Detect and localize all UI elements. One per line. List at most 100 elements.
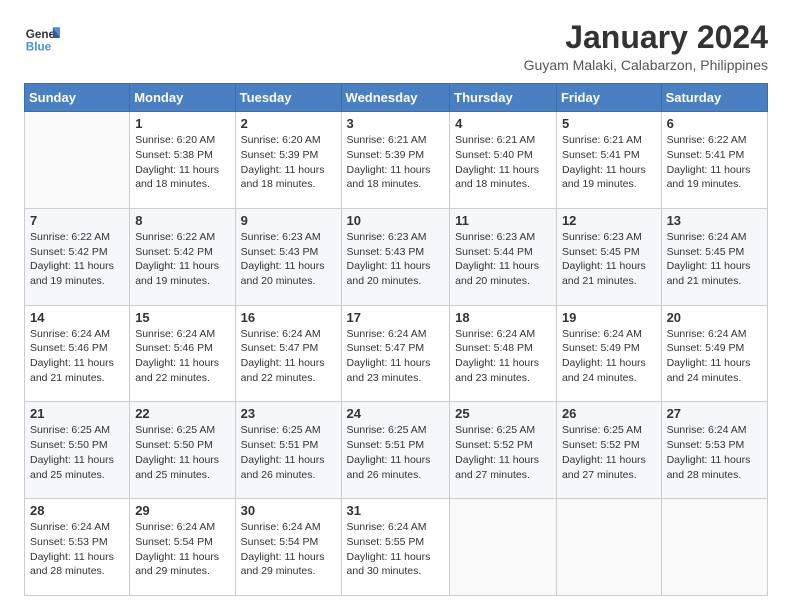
day-number: 7	[30, 213, 124, 228]
col-saturday: Saturday	[661, 84, 767, 112]
table-cell: 2 Sunrise: 6:20 AM Sunset: 5:39 PM Daylig…	[235, 112, 341, 209]
col-monday: Monday	[130, 84, 235, 112]
cell-info: Sunrise: 6:21 AM Sunset: 5:41 PM Dayligh…	[562, 133, 656, 192]
day-number: 17	[347, 310, 445, 325]
cell-info: Sunrise: 6:23 AM Sunset: 5:43 PM Dayligh…	[241, 230, 336, 289]
day-number: 25	[455, 406, 551, 421]
cell-info: Sunrise: 6:24 AM Sunset: 5:47 PM Dayligh…	[241, 327, 336, 386]
table-cell: 7 Sunrise: 6:22 AM Sunset: 5:42 PM Daylig…	[25, 208, 130, 305]
day-number: 5	[562, 116, 656, 131]
table-cell: 24 Sunrise: 6:25 AM Sunset: 5:51 PM Dayli…	[341, 402, 450, 499]
table-cell: 9 Sunrise: 6:23 AM Sunset: 5:43 PM Daylig…	[235, 208, 341, 305]
col-thursday: Thursday	[450, 84, 557, 112]
cell-info: Sunrise: 6:24 AM Sunset: 5:47 PM Dayligh…	[347, 327, 445, 386]
table-cell: 17 Sunrise: 6:24 AM Sunset: 5:47 PM Dayli…	[341, 305, 450, 402]
day-number: 3	[347, 116, 445, 131]
cell-info: Sunrise: 6:22 AM Sunset: 5:42 PM Dayligh…	[30, 230, 124, 289]
table-cell: 4 Sunrise: 6:21 AM Sunset: 5:40 PM Daylig…	[450, 112, 557, 209]
day-number: 27	[667, 406, 762, 421]
cell-info: Sunrise: 6:24 AM Sunset: 5:54 PM Dayligh…	[241, 520, 336, 579]
col-sunday: Sunday	[25, 84, 130, 112]
day-number: 4	[455, 116, 551, 131]
day-number: 12	[562, 213, 656, 228]
cell-info: Sunrise: 6:24 AM Sunset: 5:49 PM Dayligh…	[562, 327, 656, 386]
table-cell: 10 Sunrise: 6:23 AM Sunset: 5:43 PM Dayli…	[341, 208, 450, 305]
day-number: 18	[455, 310, 551, 325]
cell-info: Sunrise: 6:25 AM Sunset: 5:50 PM Dayligh…	[30, 423, 124, 482]
day-number: 20	[667, 310, 762, 325]
table-cell	[661, 499, 767, 596]
svg-text:Blue: Blue	[26, 41, 52, 54]
day-number: 6	[667, 116, 762, 131]
table-cell: 21Sunrise: 6:25 AM Sunset: 5:50 PM Dayli…	[25, 402, 130, 499]
col-tuesday: Tuesday	[235, 84, 341, 112]
cell-info: Sunrise: 6:24 AM Sunset: 5:55 PM Dayligh…	[347, 520, 445, 579]
table-cell: 11Sunrise: 6:23 AM Sunset: 5:44 PM Dayli…	[450, 208, 557, 305]
table-cell: 18 Sunrise: 6:24 AM Sunset: 5:48 PM Dayli…	[450, 305, 557, 402]
table-cell: 25 Sunrise: 6:25 AM Sunset: 5:52 PM Dayli…	[450, 402, 557, 499]
day-number: 9	[241, 213, 336, 228]
cell-info: Sunrise: 6:25 AM Sunset: 5:50 PM Dayligh…	[135, 423, 229, 482]
cell-info: Sunrise: 6:23 AM Sunset: 5:43 PM Dayligh…	[347, 230, 445, 289]
page: General Blue January 2024 Guyam Malaki, …	[0, 0, 792, 612]
cell-info: Sunrise: 6:20 AM Sunset: 5:39 PM Dayligh…	[241, 133, 336, 192]
table-cell: 8 Sunrise: 6:22 AM Sunset: 5:42 PM Daylig…	[130, 208, 235, 305]
day-number: 10	[347, 213, 445, 228]
cell-info: Sunrise: 6:24 AM Sunset: 5:54 PM Dayligh…	[135, 520, 229, 579]
table-cell: 22 Sunrise: 6:25 AM Sunset: 5:50 PM Dayli…	[130, 402, 235, 499]
cell-info: Sunrise: 6:21 AM Sunset: 5:40 PM Dayligh…	[455, 133, 551, 192]
day-number: 1	[135, 116, 229, 131]
table-cell: 30 Sunrise: 6:24 AM Sunset: 5:54 PM Dayli…	[235, 499, 341, 596]
week-row-3: 14 Sunrise: 6:24 AM Sunset: 5:46 PM Dayli…	[25, 305, 768, 402]
day-number: 2	[241, 116, 336, 131]
table-cell	[450, 499, 557, 596]
cell-info: Sunrise: 6:25 AM Sunset: 5:52 PM Dayligh…	[455, 423, 551, 482]
cell-info: Sunrise: 6:24 AM Sunset: 5:46 PM Dayligh…	[30, 327, 124, 386]
day-number: 31	[347, 503, 445, 518]
calendar-table: Sunday Monday Tuesday Wednesday Thursday…	[24, 83, 768, 596]
cell-info: Sunrise: 6:21 AM Sunset: 5:39 PM Dayligh…	[347, 133, 445, 192]
subtitle: Guyam Malaki, Calabarzon, Philippines	[524, 57, 768, 73]
table-cell: 20 Sunrise: 6:24 AM Sunset: 5:49 PM Dayli…	[661, 305, 767, 402]
day-number: 14	[30, 310, 124, 325]
cell-info: Sunrise: 6:25 AM Sunset: 5:52 PM Dayligh…	[562, 423, 656, 482]
table-cell: 31 Sunrise: 6:24 AM Sunset: 5:55 PM Dayli…	[341, 499, 450, 596]
cell-info: Sunrise: 6:22 AM Sunset: 5:41 PM Dayligh…	[667, 133, 762, 192]
cell-info: Sunrise: 6:22 AM Sunset: 5:42 PM Dayligh…	[135, 230, 229, 289]
week-row-2: 7 Sunrise: 6:22 AM Sunset: 5:42 PM Daylig…	[25, 208, 768, 305]
table-cell: 15Sunrise: 6:24 AM Sunset: 5:46 PM Dayli…	[130, 305, 235, 402]
main-title: January 2024	[524, 20, 768, 55]
table-cell: 1Sunrise: 6:20 AM Sunset: 5:38 PM Daylig…	[130, 112, 235, 209]
header-row: Sunday Monday Tuesday Wednesday Thursday…	[25, 84, 768, 112]
day-number: 13	[667, 213, 762, 228]
week-row-4: 21Sunrise: 6:25 AM Sunset: 5:50 PM Dayli…	[25, 402, 768, 499]
col-friday: Friday	[556, 84, 661, 112]
cell-info: Sunrise: 6:24 AM Sunset: 5:53 PM Dayligh…	[667, 423, 762, 482]
table-cell: 27 Sunrise: 6:24 AM Sunset: 5:53 PM Dayli…	[661, 402, 767, 499]
header: General Blue January 2024 Guyam Malaki, …	[24, 20, 768, 73]
day-number: 30	[241, 503, 336, 518]
cell-info: Sunrise: 6:23 AM Sunset: 5:44 PM Dayligh…	[455, 230, 551, 289]
day-number: 19	[562, 310, 656, 325]
table-cell: 5 Sunrise: 6:21 AM Sunset: 5:41 PM Daylig…	[556, 112, 661, 209]
cell-info: Sunrise: 6:24 AM Sunset: 5:49 PM Dayligh…	[667, 327, 762, 386]
cell-info: Sunrise: 6:24 AM Sunset: 5:46 PM Dayligh…	[135, 327, 229, 386]
cell-info: Sunrise: 6:24 AM Sunset: 5:45 PM Dayligh…	[667, 230, 762, 289]
table-cell: 16Sunrise: 6:24 AM Sunset: 5:47 PM Dayli…	[235, 305, 341, 402]
logo: General Blue	[24, 20, 60, 56]
day-number: 23	[241, 406, 336, 421]
table-cell: 23Sunrise: 6:25 AM Sunset: 5:51 PM Dayli…	[235, 402, 341, 499]
table-cell: 12 Sunrise: 6:23 AM Sunset: 5:45 PM Dayli…	[556, 208, 661, 305]
table-cell	[556, 499, 661, 596]
col-wednesday: Wednesday	[341, 84, 450, 112]
title-block: January 2024 Guyam Malaki, Calabarzon, P…	[524, 20, 768, 73]
day-number: 22	[135, 406, 229, 421]
day-number: 24	[347, 406, 445, 421]
table-cell: 13 Sunrise: 6:24 AM Sunset: 5:45 PM Dayli…	[661, 208, 767, 305]
cell-info: Sunrise: 6:25 AM Sunset: 5:51 PM Dayligh…	[347, 423, 445, 482]
table-cell: 6 Sunrise: 6:22 AM Sunset: 5:41 PM Daylig…	[661, 112, 767, 209]
table-cell: 28Sunrise: 6:24 AM Sunset: 5:53 PM Dayli…	[25, 499, 130, 596]
day-number: 8	[135, 213, 229, 228]
cell-info: Sunrise: 6:23 AM Sunset: 5:45 PM Dayligh…	[562, 230, 656, 289]
cell-info: Sunrise: 6:24 AM Sunset: 5:48 PM Dayligh…	[455, 327, 551, 386]
